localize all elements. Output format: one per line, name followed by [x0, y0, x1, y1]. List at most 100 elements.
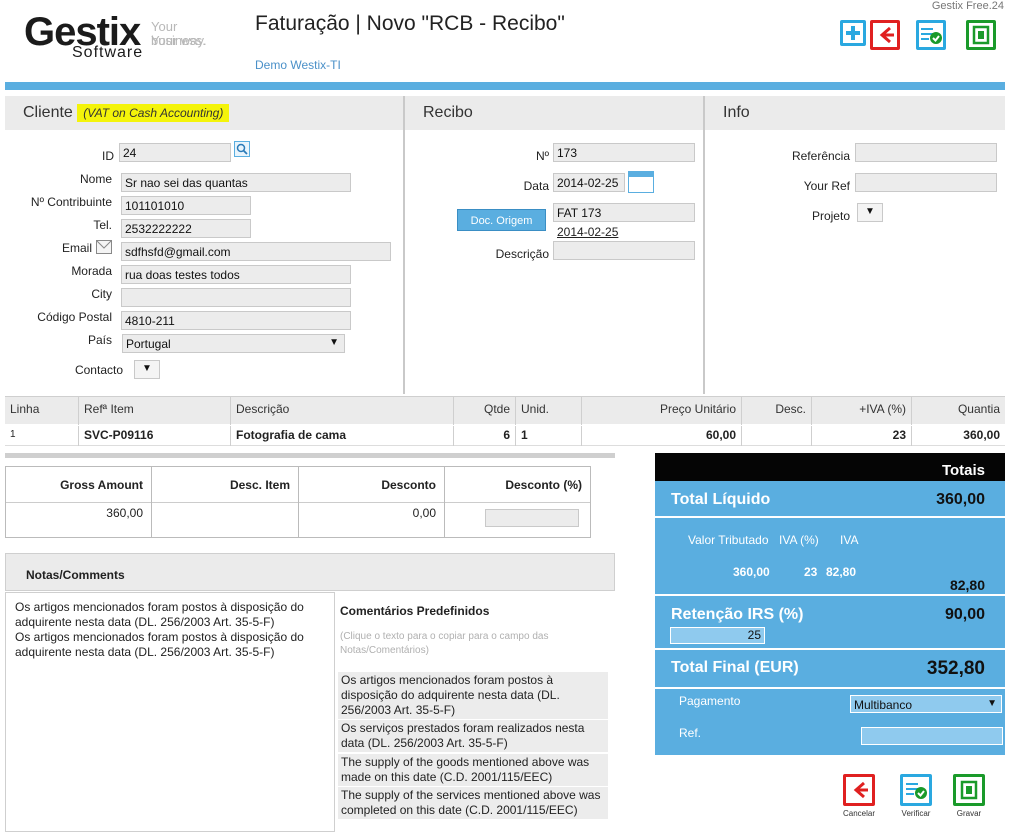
col-linha: Linha: [10, 402, 40, 416]
totais-panel: Totais Total Líquido 360,00 Valor Tribut…: [655, 453, 1005, 755]
col-preco: Preço Unitário: [581, 397, 741, 425]
company-name: Demo Westix-TI: [255, 58, 341, 72]
tax-valor: 360,00: [733, 565, 770, 579]
codigo-postal-label: Código Postal: [37, 310, 112, 324]
calendar-icon[interactable]: [628, 171, 654, 193]
morada-field[interactable]: rua doas testes todos: [121, 265, 351, 284]
descricao-field[interactable]: [553, 241, 695, 260]
chevron-down-icon: ▼: [329, 337, 339, 348]
tax-header-iva-pct: IVA (%): [779, 533, 819, 547]
logo-tagline-2: Your way.: [151, 33, 207, 48]
verify-button[interactable]: [916, 20, 946, 50]
comment-item[interactable]: The supply of the services mentioned abo…: [338, 787, 608, 819]
contribuinte-field[interactable]: 101101010: [121, 196, 251, 215]
notas-line: Os artigos mencionados foram postos à di…: [15, 600, 304, 629]
cell-linha: 1: [10, 429, 16, 440]
cell-unid: 1: [515, 426, 581, 446]
table-row[interactable]: 1 SVC-P09116 Fotografia de cama 6 1 60,0…: [5, 426, 1005, 446]
email-field[interactable]: sdfhsfd@gmail.com: [121, 242, 391, 261]
desconto-value: 0,00: [412, 506, 436, 520]
doc-origem-date-link[interactable]: 2014-02-25: [557, 225, 618, 239]
id-field[interactable]: 24: [119, 143, 231, 162]
plus-icon: [846, 26, 860, 40]
pais-select[interactable]: Portugal ▼: [122, 334, 345, 353]
desc-item-value: [152, 503, 298, 509]
doc-origem-button[interactable]: Doc. Origem: [457, 209, 546, 231]
vat-note: (VAT on Cash Accounting): [77, 104, 230, 122]
contacto-label: Contacto: [74, 363, 123, 377]
total-final-value: 352,80: [926, 658, 985, 679]
save-icon: [972, 25, 990, 45]
cancel-label: Cancelar: [842, 809, 875, 818]
checklist-icon: [921, 28, 942, 44]
logo-sub: Software: [72, 44, 144, 61]
save-bottom-button[interactable]: [953, 774, 985, 806]
col-ref-item: Refª Item: [78, 397, 230, 425]
cell-iva: 23: [811, 426, 911, 446]
tel-field[interactable]: 2532222222: [121, 219, 251, 238]
nome-field[interactable]: Sr nao sei das quantas: [121, 173, 351, 192]
cell-ref: SVC-P09116: [78, 426, 230, 446]
totais-title: Totais: [941, 462, 985, 479]
numero-field[interactable]: 173: [553, 143, 695, 162]
pagamento-select[interactable]: Multibanco ▼: [850, 695, 1002, 713]
cell-desc: [741, 426, 811, 446]
mail-icon[interactable]: [96, 240, 112, 254]
retencao-pct-field[interactable]: 25: [670, 627, 765, 644]
numero-label: Nº: [535, 149, 549, 163]
data-field[interactable]: 2014-02-25: [553, 173, 625, 192]
comentarios-title: Comentários Predefinidos: [340, 604, 490, 618]
chevron-down-icon: ▼: [987, 698, 997, 709]
new-button[interactable]: [840, 20, 866, 46]
codigo-postal-field[interactable]: 4810-211: [121, 311, 351, 330]
notas-textarea[interactable]: Os artigos mencionados foram postos à di…: [5, 592, 335, 832]
cell-qtde: 6: [453, 426, 515, 446]
ref-label: Ref.: [679, 726, 702, 740]
edition-label: Gestix Free.24: [931, 0, 1004, 12]
verify-bottom-button[interactable]: [900, 774, 932, 806]
data-label: Data: [523, 179, 549, 193]
contribuinte-label: Nº Contribuinte: [30, 195, 112, 209]
comment-item[interactable]: Os serviços prestados foram realizados n…: [338, 720, 608, 752]
your-ref-field[interactable]: [855, 173, 997, 192]
lines-footer-bar: [5, 453, 615, 458]
save-label: Gravar: [956, 809, 982, 818]
notas-header: Notas/Comments: [5, 553, 615, 591]
comment-item[interactable]: The supply of the goods mentioned above …: [338, 754, 608, 786]
iva-total: 82,80: [949, 577, 985, 593]
header-divider: [5, 82, 1005, 90]
col-iva: +IVA (%): [811, 397, 911, 425]
retencao-label: Retenção IRS (%): [671, 606, 804, 623]
pagamento-label: Pagamento: [679, 694, 741, 708]
pagamento-value: Multibanco: [854, 698, 913, 712]
col-desc: Desc.: [741, 397, 811, 425]
descricao-label: Descrição: [495, 247, 549, 261]
info-header: Info: [705, 96, 1005, 130]
ref-field[interactable]: [861, 727, 1003, 745]
total-liquido-label: Total Líquido: [671, 491, 771, 508]
col-quantia: Quantia: [911, 397, 1005, 425]
lines-header: Linha Refª Item Descrição Qtde Unid. Pre…: [5, 396, 1005, 425]
projeto-select[interactable]: ▼: [857, 203, 883, 222]
back-button[interactable]: [870, 20, 900, 50]
search-icon[interactable]: [234, 141, 250, 157]
desconto-pct-field[interactable]: [485, 509, 579, 527]
contacto-select[interactable]: ▼: [134, 360, 160, 379]
chevron-down-icon: ▼: [865, 206, 875, 217]
save-button[interactable]: [966, 20, 996, 50]
projeto-label: Projeto: [811, 209, 850, 223]
city-label: City: [91, 287, 112, 301]
cancel-button[interactable]: [843, 774, 875, 806]
referencia-field[interactable]: [855, 143, 997, 162]
city-field[interactable]: [121, 288, 351, 307]
divider-2: [703, 96, 705, 394]
cliente-header: Cliente (VAT on Cash Accounting): [5, 96, 403, 130]
recibo-header: Recibo: [405, 96, 703, 130]
comentarios-panel: Comentários Predefinidos (Clique o texto…: [336, 592, 614, 832]
total-final-label: Total Final (EUR): [671, 659, 799, 676]
comment-item[interactable]: Os artigos mencionados foram postos à di…: [338, 672, 608, 719]
doc-origem-field[interactable]: FAT 173: [553, 203, 695, 222]
cell-preco: 60,00: [581, 426, 741, 446]
notas-title: Notas/Comments: [26, 568, 125, 582]
cell-descricao: Fotografia de cama: [230, 426, 453, 446]
